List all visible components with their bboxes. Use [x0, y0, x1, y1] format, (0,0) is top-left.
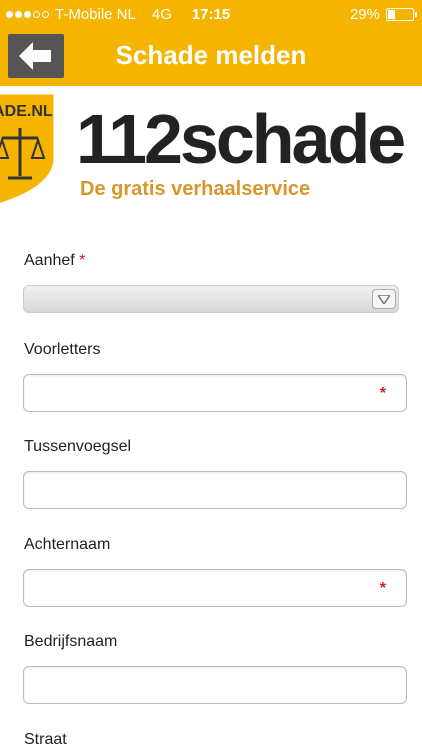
brand-banner: CHADE.NL 112schade De gratis verhaalserv…	[0, 86, 422, 222]
voorletters-input[interactable]: *	[23, 374, 407, 412]
voorletters-label: Voorletters	[24, 341, 101, 358]
chevron-down-icon	[372, 289, 396, 309]
aanhef-select[interactable]	[23, 285, 399, 313]
achternaam-input[interactable]: *	[23, 569, 407, 607]
status-right: 29%	[349, 6, 417, 23]
required-mark: *	[379, 385, 386, 402]
required-mark: *	[379, 580, 386, 597]
required-mark: *	[79, 252, 86, 269]
battery-percent: 29%	[349, 6, 380, 23]
achternaam-label: Achternaam	[24, 536, 111, 553]
battery-icon	[386, 8, 417, 21]
bedrijfsnaam-input[interactable]	[23, 666, 407, 704]
svg-text:CHADE.NL: CHADE.NL	[0, 103, 53, 120]
aanhef-label: Aanhef *	[24, 252, 86, 269]
status-bar: T-Mobile NL 4G 17:15 29%	[0, 0, 422, 30]
straat-label: Straat	[24, 731, 67, 748]
brand-logo-text: 112schade	[76, 100, 406, 178]
bedrijfsnaam-label: Bedrijfsnaam	[24, 633, 118, 650]
tussenvoegsel-input[interactable]	[23, 471, 407, 509]
tussenvoegsel-label: Tussenvoegsel	[24, 438, 132, 455]
brand-tagline: De gratis verhaalservice	[80, 178, 311, 200]
nav-bar: Schade melden	[0, 30, 422, 86]
page-title: Schade melden	[115, 40, 307, 70]
shield-badge-icon: CHADE.NL	[0, 91, 57, 206]
